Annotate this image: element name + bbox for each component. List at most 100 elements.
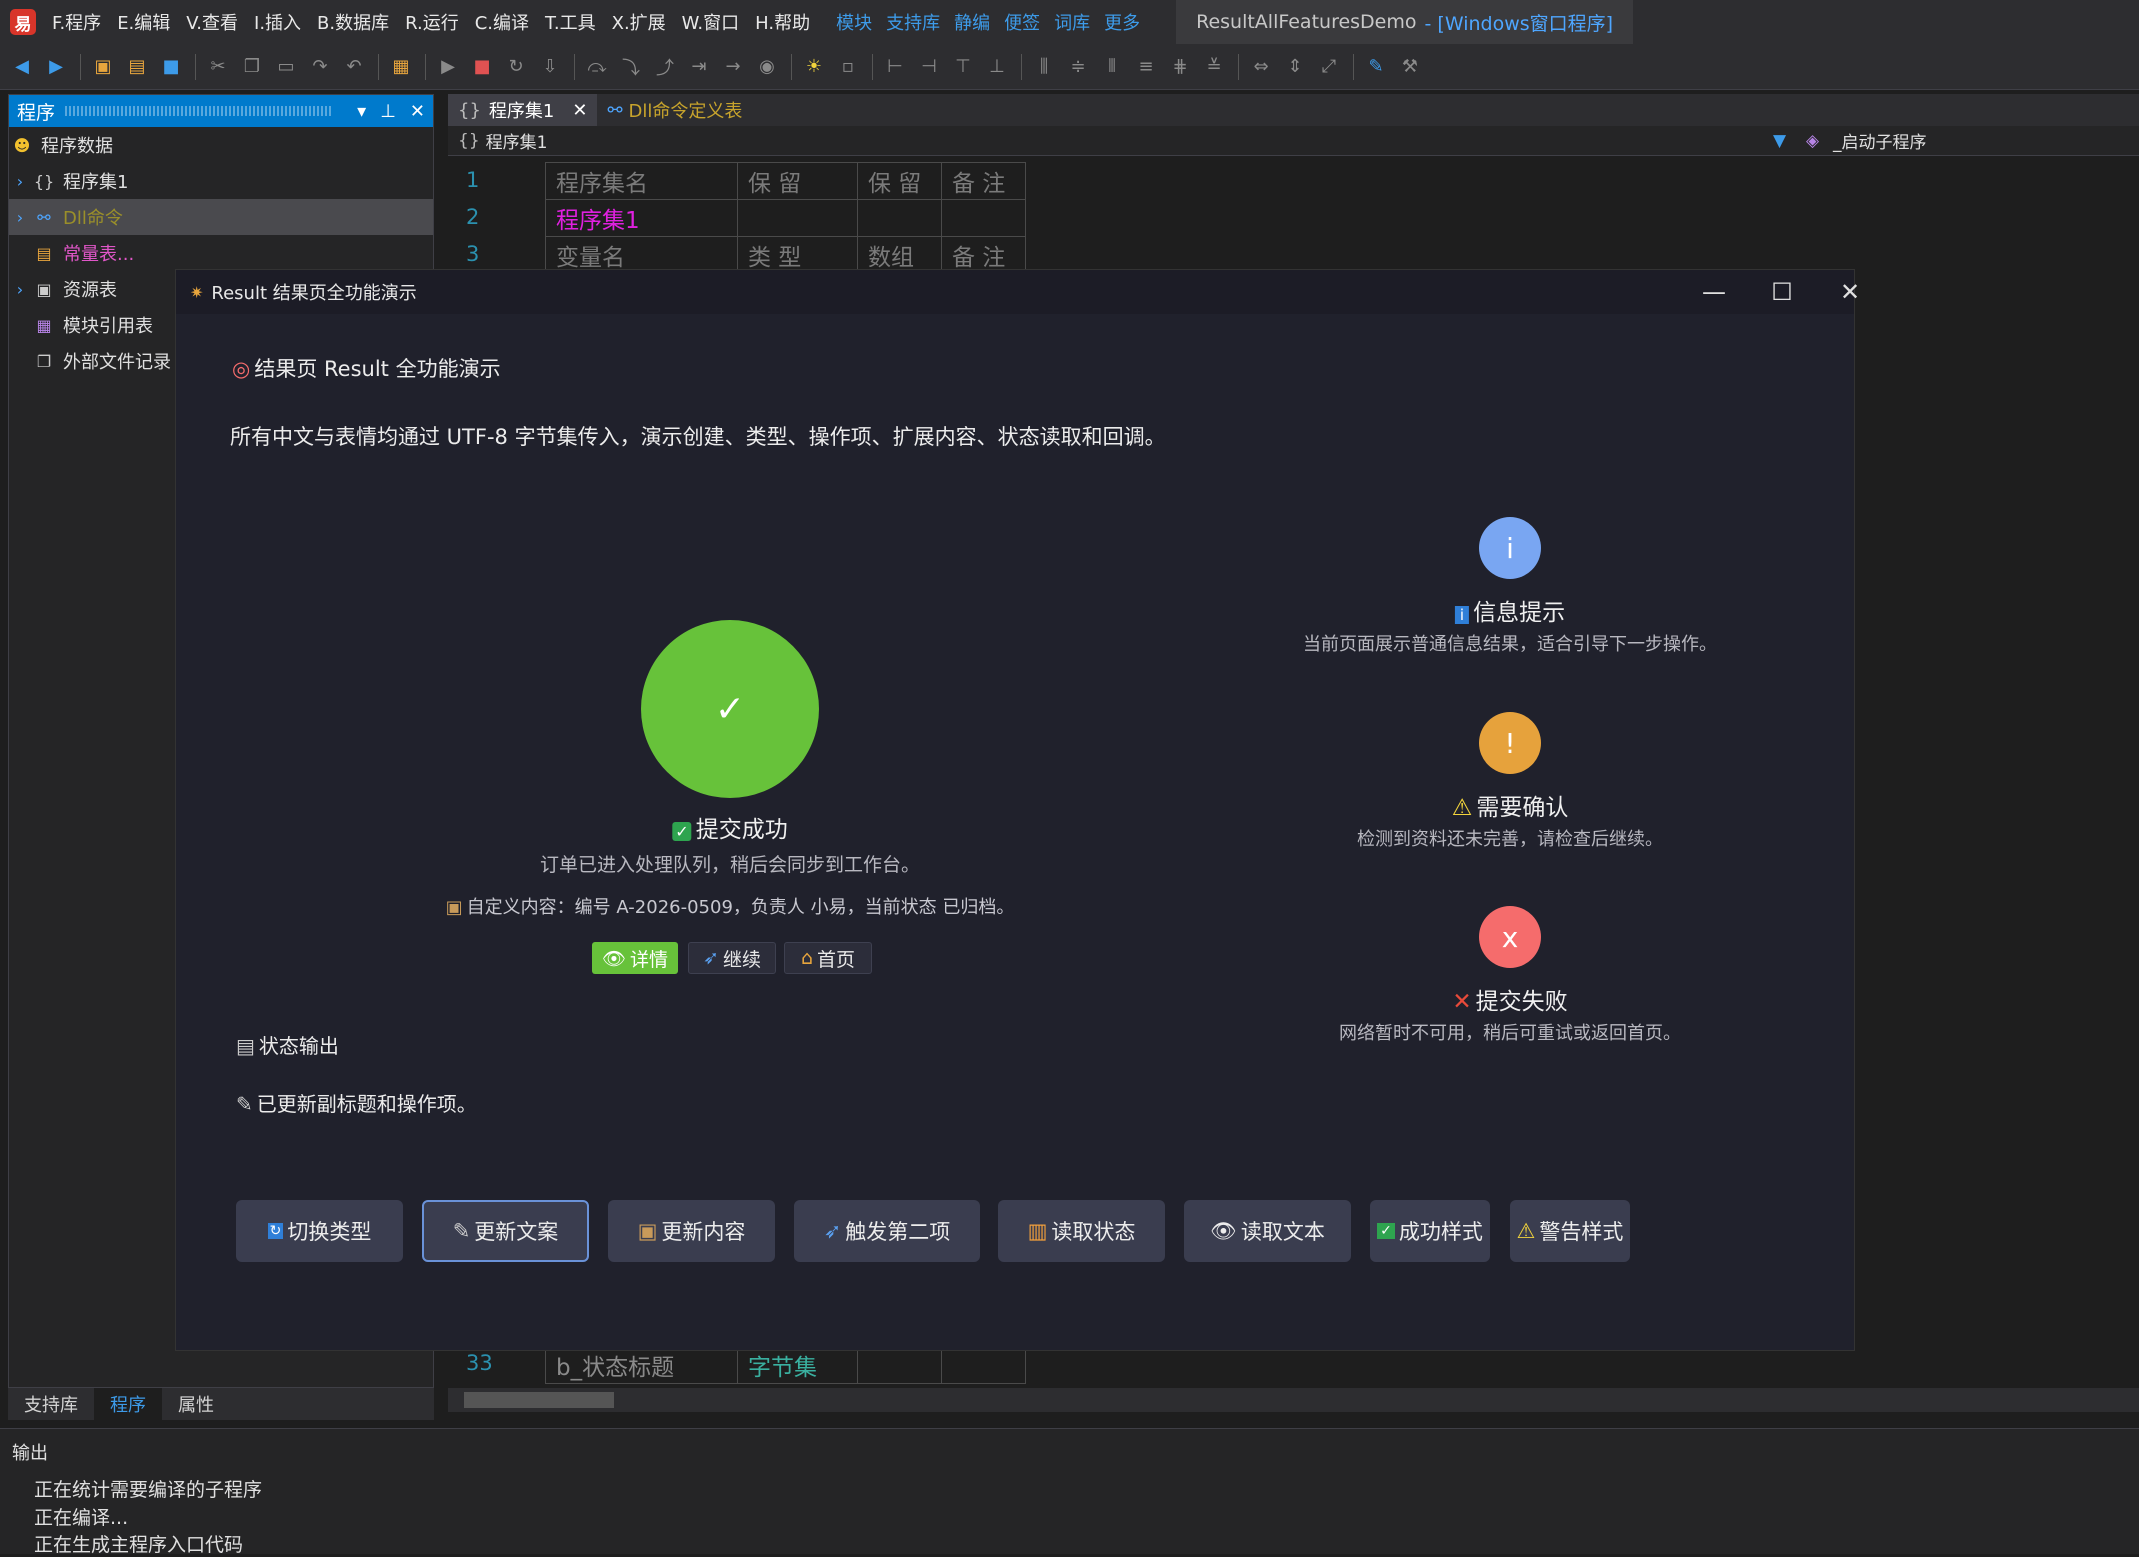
minimize-icon[interactable]: —: [1684, 270, 1744, 314]
cut-icon[interactable]: ✂: [206, 55, 230, 79]
toolbar-separator: [872, 53, 873, 80]
menu-view[interactable]: V.查看: [186, 9, 238, 35]
tab-properties[interactable]: 属性: [162, 1388, 230, 1420]
align-bottom-icon[interactable]: ⊥: [985, 55, 1009, 79]
switch-type-button[interactable]: ↻ 切换类型: [236, 1200, 403, 1262]
tree-item-program-data[interactable]: ☻ 程序数据: [9, 127, 433, 163]
save-icon[interactable]: ■: [159, 55, 183, 79]
step-out-icon[interactable]: ⤴: [653, 55, 677, 79]
table-cell[interactable]: 程序集1: [545, 199, 738, 237]
success-style-button[interactable]: ✓ 成功样式: [1370, 1200, 1490, 1262]
menu-file[interactable]: F.程序: [52, 9, 101, 35]
close-window-icon[interactable]: ✕: [1820, 270, 1880, 314]
fit-size-icon[interactable]: ⤢: [1317, 55, 1341, 79]
new-file-icon[interactable]: ▣: [91, 55, 115, 79]
close-tab-icon[interactable]: ✕: [572, 100, 587, 121]
tools-icon[interactable]: ⚒: [1398, 55, 1422, 79]
forward-icon[interactable]: ▶: [44, 55, 68, 79]
tree-item-class[interactable]: › {} 程序集1: [9, 163, 433, 199]
details-button[interactable]: 👁 详情: [592, 942, 678, 974]
restart-icon[interactable]: ↻: [504, 55, 528, 79]
link-static-compile[interactable]: 静编: [954, 9, 990, 35]
spacing-horizontal-icon[interactable]: ⋕: [1168, 55, 1192, 79]
horizontal-scrollbar[interactable]: [448, 1388, 2139, 1412]
menu-insert[interactable]: I.插入: [254, 9, 301, 35]
align-left-icon[interactable]: ⊢: [883, 55, 907, 79]
tree-item-label: 程序集1: [63, 172, 129, 193]
menu-window[interactable]: W.窗口: [682, 9, 739, 35]
redo-icon[interactable]: ↷: [308, 55, 332, 79]
run-icon[interactable]: ▶: [436, 55, 460, 79]
build-icon[interactable]: ⇩: [538, 55, 562, 79]
output-title: 输出: [12, 1443, 48, 1464]
align-top-icon[interactable]: ⊤: [951, 55, 975, 79]
link-notes[interactable]: 便签: [1004, 9, 1040, 35]
table-cell: [941, 199, 1026, 237]
step-over-icon[interactable]: ⤼: [585, 55, 609, 79]
paste-icon[interactable]: ▭: [274, 55, 298, 79]
same-height-icon[interactable]: ≡: [1134, 55, 1158, 79]
link-support-library[interactable]: 支持库: [886, 9, 940, 35]
pin-icon[interactable]: ⊥: [380, 101, 396, 122]
nav-method-select[interactable]: _启动子程序: [1833, 128, 1927, 153]
link-modules[interactable]: 模块: [836, 9, 872, 35]
spacing-vertical-icon[interactable]: ≚: [1202, 55, 1226, 79]
center-horizontal-icon[interactable]: ⫼: [1032, 55, 1056, 79]
table-cell[interactable]: 字节集: [737, 1346, 858, 1384]
update-content-button[interactable]: ▣ 更新内容: [608, 1200, 775, 1262]
chevron-down-icon[interactable]: ▼: [1773, 131, 1786, 151]
home-button[interactable]: ⌂ 首页: [784, 942, 872, 974]
chevron-right-icon[interactable]: ›: [9, 208, 31, 227]
trigger-second-button[interactable]: ➶ 触发第二项: [794, 1200, 980, 1262]
continue-button[interactable]: ➶ 继续: [688, 942, 776, 974]
maximize-icon[interactable]: ☐: [1752, 270, 1812, 314]
left-panel-tabs: 支持库 程序 属性: [8, 1388, 434, 1420]
back-icon[interactable]: ◀: [10, 55, 34, 79]
close-icon[interactable]: ✕: [410, 101, 425, 122]
menu-tools[interactable]: T.工具: [545, 9, 596, 35]
table-cell[interactable]: b_状态标题: [545, 1346, 738, 1384]
menu-help[interactable]: H.帮助: [755, 9, 810, 35]
lightbulb-icon[interactable]: ☀: [802, 55, 826, 79]
link-more[interactable]: 更多: [1104, 9, 1140, 35]
tab-support-library[interactable]: 支持库: [8, 1388, 94, 1420]
link-lexicon[interactable]: 词库: [1054, 9, 1090, 35]
tree-item-constants[interactable]: ▤ 常量表...: [9, 235, 433, 271]
menu-database[interactable]: B.数据库: [317, 9, 389, 35]
read-text-button[interactable]: 👁 读取文本: [1184, 1200, 1351, 1262]
tree-item-dll[interactable]: › ⚯ Dll命令: [9, 199, 433, 235]
dropdown-icon[interactable]: ▾: [357, 101, 366, 122]
breakpoint-icon[interactable]: ◉: [755, 55, 779, 79]
copy-icon[interactable]: ❐: [240, 55, 264, 79]
same-width-icon[interactable]: ⫴: [1100, 55, 1124, 79]
stop-icon[interactable]: ■: [470, 55, 494, 79]
menu-compile[interactable]: C.编译: [475, 9, 529, 35]
align-right-icon[interactable]: ⊣: [917, 55, 941, 79]
tab-class-1[interactable]: {} 程序集1 ✕: [448, 94, 598, 126]
menu-extend[interactable]: X.扩展: [612, 9, 666, 35]
menu-run[interactable]: R.运行: [405, 9, 459, 35]
scrollbar-thumb[interactable]: [464, 1392, 614, 1408]
read-status-button[interactable]: ▥ 读取状态: [998, 1200, 1165, 1262]
fit-width-icon[interactable]: ⇔: [1249, 55, 1273, 79]
warning-style-button[interactable]: ⚠ 警告样式: [1510, 1200, 1630, 1262]
fit-height-icon[interactable]: ⇕: [1283, 55, 1307, 79]
find-icon[interactable]: ▦: [389, 55, 413, 79]
chevron-right-icon[interactable]: ›: [9, 280, 31, 299]
brush-icon[interactable]: ✎: [1364, 55, 1388, 79]
open-folder-icon[interactable]: ▤: [125, 55, 149, 79]
step-into-icon[interactable]: ⤵: [619, 55, 643, 79]
tab-dll-definitions[interactable]: ⚯ Dll命令定义表: [597, 94, 752, 126]
update-text-button[interactable]: ✎ 更新文案: [422, 1200, 589, 1262]
run-to-cursor-icon[interactable]: →: [721, 55, 745, 79]
menu-edit[interactable]: E.编辑: [117, 9, 170, 35]
form-icon[interactable]: ▫: [836, 55, 860, 79]
center-vertical-icon[interactable]: ≑: [1066, 55, 1090, 79]
chevron-right-icon[interactable]: ›: [9, 172, 31, 191]
braces-icon: {}: [33, 171, 55, 191]
error-title-text: 提交失败: [1475, 989, 1568, 1015]
nav-class-select[interactable]: 程序集1: [486, 128, 548, 153]
step-next-icon[interactable]: ⇥: [687, 55, 711, 79]
undo-icon[interactable]: ↶: [342, 55, 366, 79]
tab-program[interactable]: 程序: [94, 1388, 162, 1420]
